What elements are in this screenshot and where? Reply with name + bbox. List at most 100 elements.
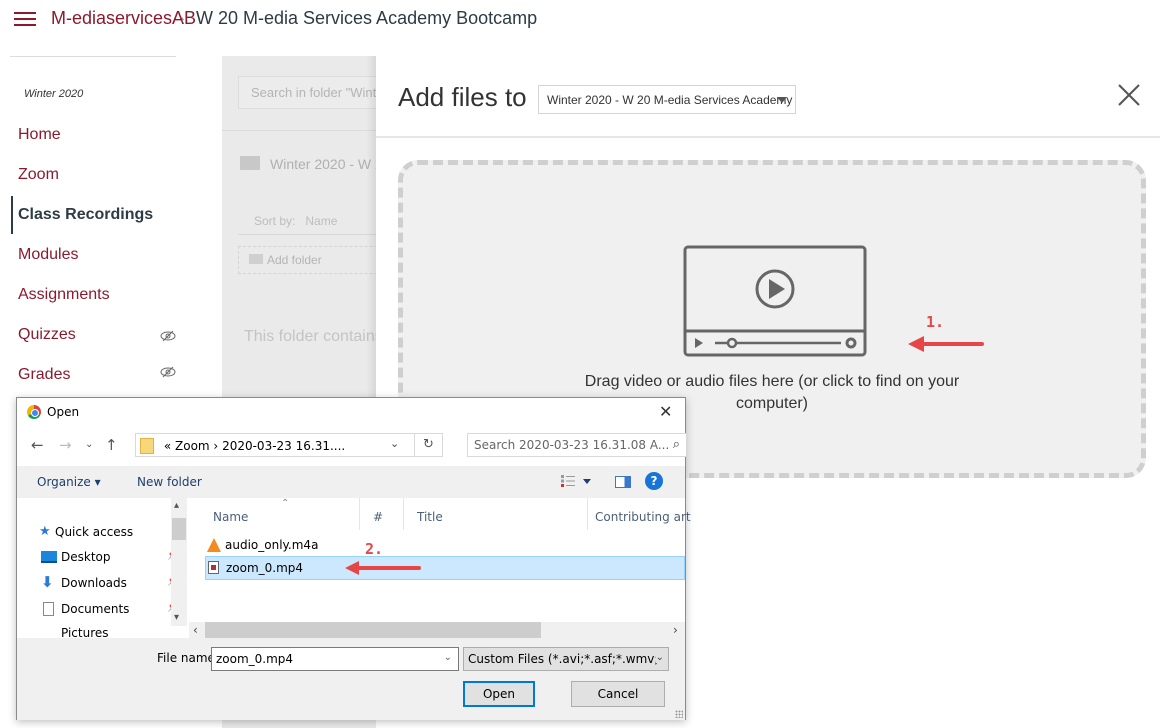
scroll-right-icon[interactable]: ›	[673, 623, 678, 637]
file-type-value: Custom Files (*.avi;*.asf;*.wmv;	[468, 652, 659, 666]
scroll-up-icon[interactable]: ▴	[174, 500, 179, 511]
column-header-name[interactable]: Name	[213, 510, 248, 524]
preview-pane-icon[interactable]	[615, 476, 631, 488]
sidebar-item-modules[interactable]: Modules	[18, 246, 78, 264]
refresh-icon[interactable]: ↻	[415, 433, 443, 457]
folder-icon	[140, 438, 154, 454]
nav-quick-access[interactable]: ★ Quick access	[39, 524, 134, 539]
column-header-contributing-artists[interactable]: Contributing art	[595, 510, 691, 524]
file-name-value: zoom_0.mp4	[216, 652, 294, 666]
close-icon[interactable]	[1116, 82, 1142, 108]
add-folder-icon	[249, 254, 263, 264]
sort-by[interactable]: Sort by: Name	[254, 214, 337, 228]
recent-chevron-icon[interactable]: ⌄	[85, 439, 93, 450]
view-dropdown-caret-icon[interactable]	[583, 479, 591, 484]
caret-down-icon	[777, 97, 787, 103]
video-file-icon	[208, 561, 219, 574]
scroll-left-icon[interactable]: ‹	[193, 623, 198, 637]
sort-by-name[interactable]: Name	[305, 214, 337, 228]
annotation-arrow-icon	[908, 336, 984, 352]
breadcrumb-separator: ›	[180, 11, 185, 26]
video-player-icon	[683, 245, 867, 357]
file-name: zoom_0.mp4	[226, 561, 304, 575]
add-folder-label: Add folder	[267, 253, 322, 267]
help-icon[interactable]: ?	[645, 472, 663, 490]
chevron-down-icon[interactable]: ⌄	[390, 437, 399, 450]
scrollbar-thumb[interactable]	[205, 622, 541, 638]
annotation-step-2: 2.	[365, 540, 384, 558]
divider	[238, 234, 376, 235]
nav-label: Pictures	[61, 626, 109, 638]
top-header: M-ediaservicesAB › W 20 M-edia Services …	[0, 0, 1160, 40]
back-arrow-icon[interactable]: ←	[31, 436, 44, 454]
nav-label: Documents	[61, 602, 130, 616]
annotation-arrow-icon	[345, 561, 421, 575]
chevron-down-icon[interactable]: ⌄	[444, 652, 452, 663]
forward-arrow-icon[interactable]: →	[59, 436, 72, 454]
nav-documents[interactable]: Documents 📌	[43, 602, 179, 616]
divider	[376, 136, 1160, 138]
path-segment-zoom[interactable]: Zoom	[175, 439, 210, 453]
breadcrumb-account-link[interactable]: M-ediaservicesAB	[51, 8, 196, 29]
star-icon: ★	[39, 524, 51, 539]
scrollbar-thumb[interactable]	[172, 518, 186, 540]
folder-search-input[interactable]: Search 2020-03-23 16.31.08 A... ⌕	[467, 433, 687, 457]
file-list: ⌃ Name # Title Contributing art audio_on…	[189, 498, 691, 638]
up-arrow-icon[interactable]: ↑	[105, 436, 118, 454]
new-folder-button[interactable]: New folder	[137, 475, 202, 489]
search-icon: ⌕	[672, 437, 680, 452]
add-folder-button[interactable]: Add folder	[238, 246, 376, 274]
desktop-icon	[41, 551, 57, 563]
folder-search-input[interactable]: Search in folder "Winter 2020 - W 20 M-e…	[238, 76, 376, 109]
search-placeholder: Search 2020-03-23 16.31.08 A...	[474, 438, 670, 452]
destination-value: Winter 2020 - W 20 M-edia Services Acade…	[547, 93, 796, 107]
divider	[222, 130, 376, 131]
nav-pictures[interactable]: Pictures	[61, 626, 109, 638]
dialog-titlebar[interactable]: Open ✕	[17, 398, 685, 426]
file-name-label: File name:	[157, 651, 219, 665]
sidebar-item-grades[interactable]: Grades	[18, 366, 70, 384]
nav-desktop[interactable]: Desktop 📌	[41, 550, 179, 564]
file-type-select[interactable]: Custom Files (*.avi;*.asf;*.wmv; ⌄	[463, 647, 669, 671]
sidebar-item-home[interactable]: Home	[18, 126, 61, 144]
address-bar[interactable]: « Zoom › 2020-03-23 16.31.... ⌄	[135, 433, 415, 457]
file-row-selected[interactable]: zoom_0.mp4	[205, 556, 685, 580]
active-indicator	[11, 196, 13, 234]
dialog-navigation-bar: ← → ⌄ ↑ « Zoom › 2020-03-23 16.31.... ⌄ …	[17, 426, 687, 466]
hidden-eye-icon	[160, 330, 176, 342]
scroll-down-icon[interactable]: ▾	[174, 612, 179, 623]
column-header-title[interactable]: Title	[417, 510, 443, 524]
dialog-body: ★ Quick access Desktop 📌 ⬇ Downloads 📌 D…	[17, 498, 691, 638]
sidebar-item-quizzes[interactable]: Quizzes	[18, 326, 76, 344]
chevron-down-icon: ⌄	[655, 652, 664, 663]
sidebar-item-assignments[interactable]: Assignments	[18, 286, 110, 304]
nav-label: Quick access	[55, 525, 134, 539]
path-segment-folder[interactable]: 2020-03-23 16.31....	[222, 439, 345, 453]
nav-pane-scrollbar[interactable]: ▴ ▾	[171, 498, 187, 626]
dialog-title: Open	[47, 405, 80, 419]
column-header-number[interactable]: #	[373, 510, 383, 524]
destination-folder-select[interactable]: Winter 2020 - W 20 M-edia Services Acade…	[538, 85, 796, 114]
column-separator	[403, 498, 404, 530]
view-options-icon[interactable]	[561, 475, 575, 487]
resize-grip[interactable]	[675, 710, 683, 718]
sidebar-item-class-recordings[interactable]: Class Recordings	[18, 206, 153, 224]
documents-icon	[43, 602, 54, 616]
chrome-icon	[27, 405, 41, 419]
open-button[interactable]: Open	[463, 681, 535, 707]
sidebar-term: Winter 2020	[24, 88, 84, 100]
nav-downloads[interactable]: ⬇ Downloads 📌	[41, 573, 179, 591]
file-list-horizontal-scrollbar[interactable]: ‹ ›	[189, 622, 685, 638]
path-overflow[interactable]: «	[164, 439, 171, 453]
close-icon[interactable]: ✕	[659, 402, 672, 421]
folder-title-text: Winter 2020 - W 20 M-edia Services Acade…	[270, 156, 376, 172]
cancel-button[interactable]: Cancel	[571, 681, 665, 707]
hamburger-menu-icon[interactable]	[14, 11, 36, 27]
organize-button[interactable]: Organize ▾	[37, 475, 101, 489]
navigation-pane: ★ Quick access Desktop 📌 ⬇ Downloads 📌 D…	[17, 498, 187, 638]
sidebar-item-zoom[interactable]: Zoom	[18, 166, 59, 184]
file-row[interactable]: audio_only.m4a	[205, 534, 318, 558]
files-page-background	[222, 720, 376, 728]
file-name-input[interactable]: zoom_0.mp4 ⌄	[211, 647, 459, 671]
vlc-icon	[207, 538, 221, 552]
